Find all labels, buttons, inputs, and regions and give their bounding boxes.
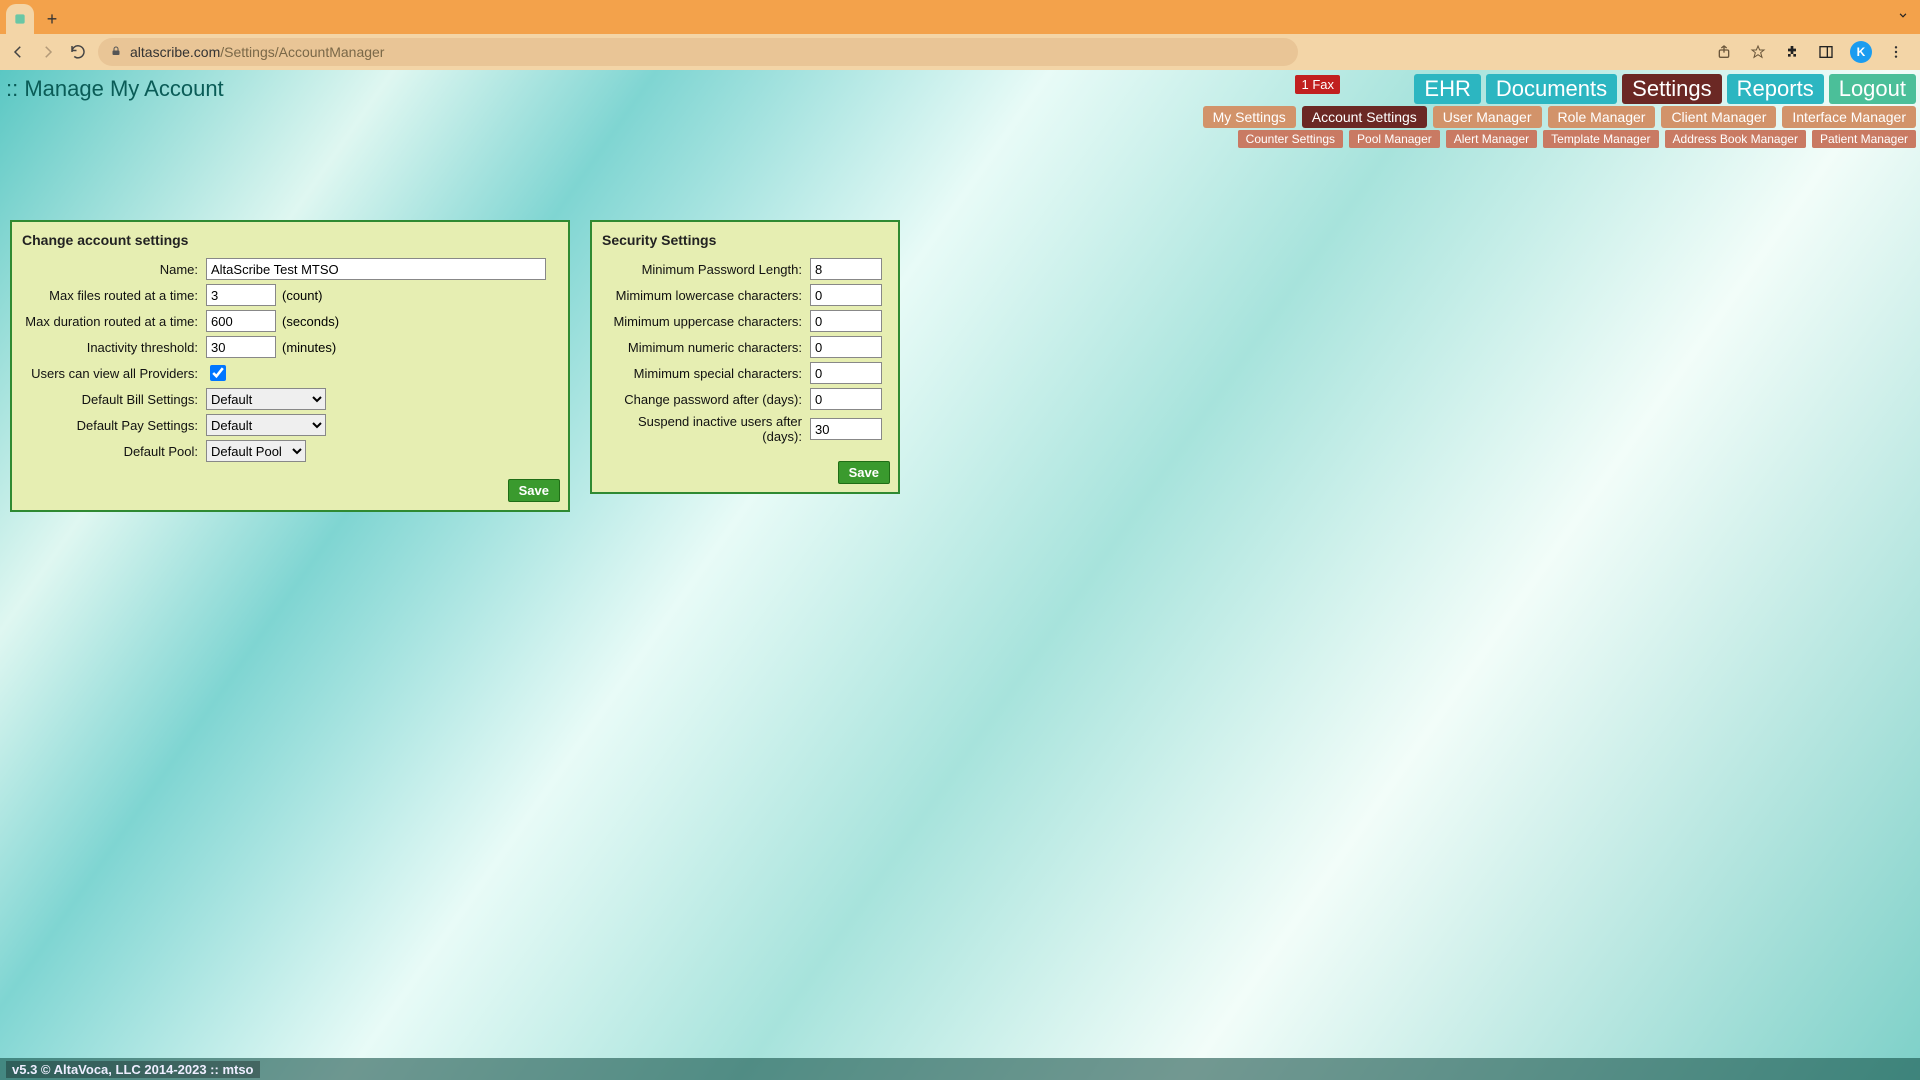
lock-icon <box>110 45 122 60</box>
footer-text: v5.3 © AltaVoca, LLC 2014-2023 :: mtso <box>6 1061 260 1078</box>
label-min-special: Mimimum special characters: <box>600 366 810 381</box>
subnav-client-manager[interactable]: Client Manager <box>1661 106 1776 128</box>
pay-settings-select[interactable]: Default <box>206 414 326 436</box>
label-name: Name: <box>20 262 206 277</box>
app-viewport: :: Manage My Account 1 Fax EHR Documents… <box>0 70 1920 1080</box>
subsubnav-alert-manager[interactable]: Alert Manager <box>1446 130 1537 148</box>
sub-nav: My Settings Account Settings User Manage… <box>1203 106 1916 128</box>
side-panel-icon[interactable] <box>1816 42 1836 62</box>
address-bar[interactable]: altascribe.com/Settings/AccountManager <box>98 38 1298 66</box>
tab-overflow-chevron-icon[interactable] <box>1896 8 1910 25</box>
share-icon[interactable] <box>1714 42 1734 62</box>
content-area: Change account settings Name: Max files … <box>0 140 1920 522</box>
sub-sub-nav: Counter Settings Pool Manager Alert Mana… <box>1238 130 1916 148</box>
subnav-role-manager[interactable]: Role Manager <box>1548 106 1656 128</box>
suffix-minutes: (minutes) <box>282 340 336 355</box>
forward-button <box>38 42 58 62</box>
label-min-numeric: Mimimum numeric characters: <box>600 340 810 355</box>
label-max-duration: Max duration routed at a time: <box>20 314 206 329</box>
bookmark-star-icon[interactable] <box>1748 42 1768 62</box>
url-text: altascribe.com/Settings/AccountManager <box>130 44 384 60</box>
nav-ehr[interactable]: EHR <box>1414 74 1480 104</box>
nav-logout[interactable]: Logout <box>1829 74 1916 104</box>
new-tab-button[interactable]: + <box>40 7 64 31</box>
bill-settings-select[interactable]: Default <box>206 388 326 410</box>
inactivity-input[interactable] <box>206 336 276 358</box>
extensions-icon[interactable] <box>1782 42 1802 62</box>
label-min-pw-len: Minimum Password Length: <box>600 262 810 277</box>
name-input[interactable] <box>206 258 546 280</box>
footer-bar: v5.3 © AltaVoca, LLC 2014-2023 :: mtso <box>0 1058 1920 1080</box>
min-upper-input[interactable] <box>810 310 882 332</box>
fax-badge[interactable]: 1 Fax <box>1295 75 1340 94</box>
app-header: :: Manage My Account 1 Fax EHR Documents… <box>0 70 1920 140</box>
suspend-after-input[interactable] <box>810 418 882 440</box>
max-files-input[interactable] <box>206 284 276 306</box>
browser-tab-active[interactable] <box>6 4 34 34</box>
max-duration-input[interactable] <box>206 310 276 332</box>
profile-avatar[interactable]: K <box>1850 41 1872 63</box>
min-pw-len-input[interactable] <box>810 258 882 280</box>
label-view-providers: Users can view all Providers: <box>20 366 206 381</box>
page-title: :: Manage My Account <box>6 76 224 102</box>
account-panel-title: Change account settings <box>22 232 560 248</box>
suffix-seconds: (seconds) <box>282 314 339 329</box>
default-pool-select[interactable]: Default Pool <box>206 440 306 462</box>
label-pay-settings: Default Pay Settings: <box>20 418 206 433</box>
view-providers-checkbox[interactable] <box>210 365 226 381</box>
label-suspend-after: Suspend inactive users after (days): <box>600 414 810 444</box>
subnav-my-settings[interactable]: My Settings <box>1203 106 1296 128</box>
min-special-input[interactable] <box>810 362 882 384</box>
subnav-user-manager[interactable]: User Manager <box>1433 106 1542 128</box>
nav-settings[interactable]: Settings <box>1622 74 1722 104</box>
label-bill-settings: Default Bill Settings: <box>20 392 206 407</box>
account-settings-panel: Change account settings Name: Max files … <box>10 220 570 512</box>
label-inactivity: Inactivity threshold: <box>20 340 206 355</box>
kebab-menu-icon[interactable] <box>1886 42 1906 62</box>
nav-reports[interactable]: Reports <box>1727 74 1824 104</box>
subsubnav-address-book-manager[interactable]: Address Book Manager <box>1665 130 1806 148</box>
min-numeric-input[interactable] <box>810 336 882 358</box>
label-min-upper: Mimimum uppercase characters: <box>600 314 810 329</box>
security-settings-panel: Security Settings Minimum Password Lengt… <box>590 220 900 494</box>
reload-button[interactable] <box>68 42 88 62</box>
subsubnav-counter-settings[interactable]: Counter Settings <box>1238 130 1343 148</box>
back-button[interactable] <box>8 42 28 62</box>
security-save-button[interactable]: Save <box>838 461 890 484</box>
suffix-count: (count) <box>282 288 322 303</box>
label-default-pool: Default Pool: <box>20 444 206 459</box>
subsubnav-patient-manager[interactable]: Patient Manager <box>1812 130 1916 148</box>
label-max-files: Max files routed at a time: <box>20 288 206 303</box>
primary-nav: EHR Documents Settings Reports Logout <box>1414 74 1916 104</box>
browser-toolbar: altascribe.com/Settings/AccountManager K <box>0 34 1920 70</box>
site-favicon-icon <box>13 12 27 26</box>
min-lower-input[interactable] <box>810 284 882 306</box>
subsubnav-pool-manager[interactable]: Pool Manager <box>1349 130 1440 148</box>
subnav-interface-manager[interactable]: Interface Manager <box>1782 106 1916 128</box>
subsubnav-template-manager[interactable]: Template Manager <box>1543 130 1658 148</box>
account-save-button[interactable]: Save <box>508 479 560 502</box>
change-after-input[interactable] <box>810 388 882 410</box>
security-panel-title: Security Settings <box>602 232 890 248</box>
label-min-lower: Mimimum lowercase characters: <box>600 288 810 303</box>
label-change-after: Change password after (days): <box>600 392 810 407</box>
nav-documents[interactable]: Documents <box>1486 74 1617 104</box>
browser-tab-strip: + <box>0 0 1920 34</box>
subnav-account-settings[interactable]: Account Settings <box>1302 106 1427 128</box>
